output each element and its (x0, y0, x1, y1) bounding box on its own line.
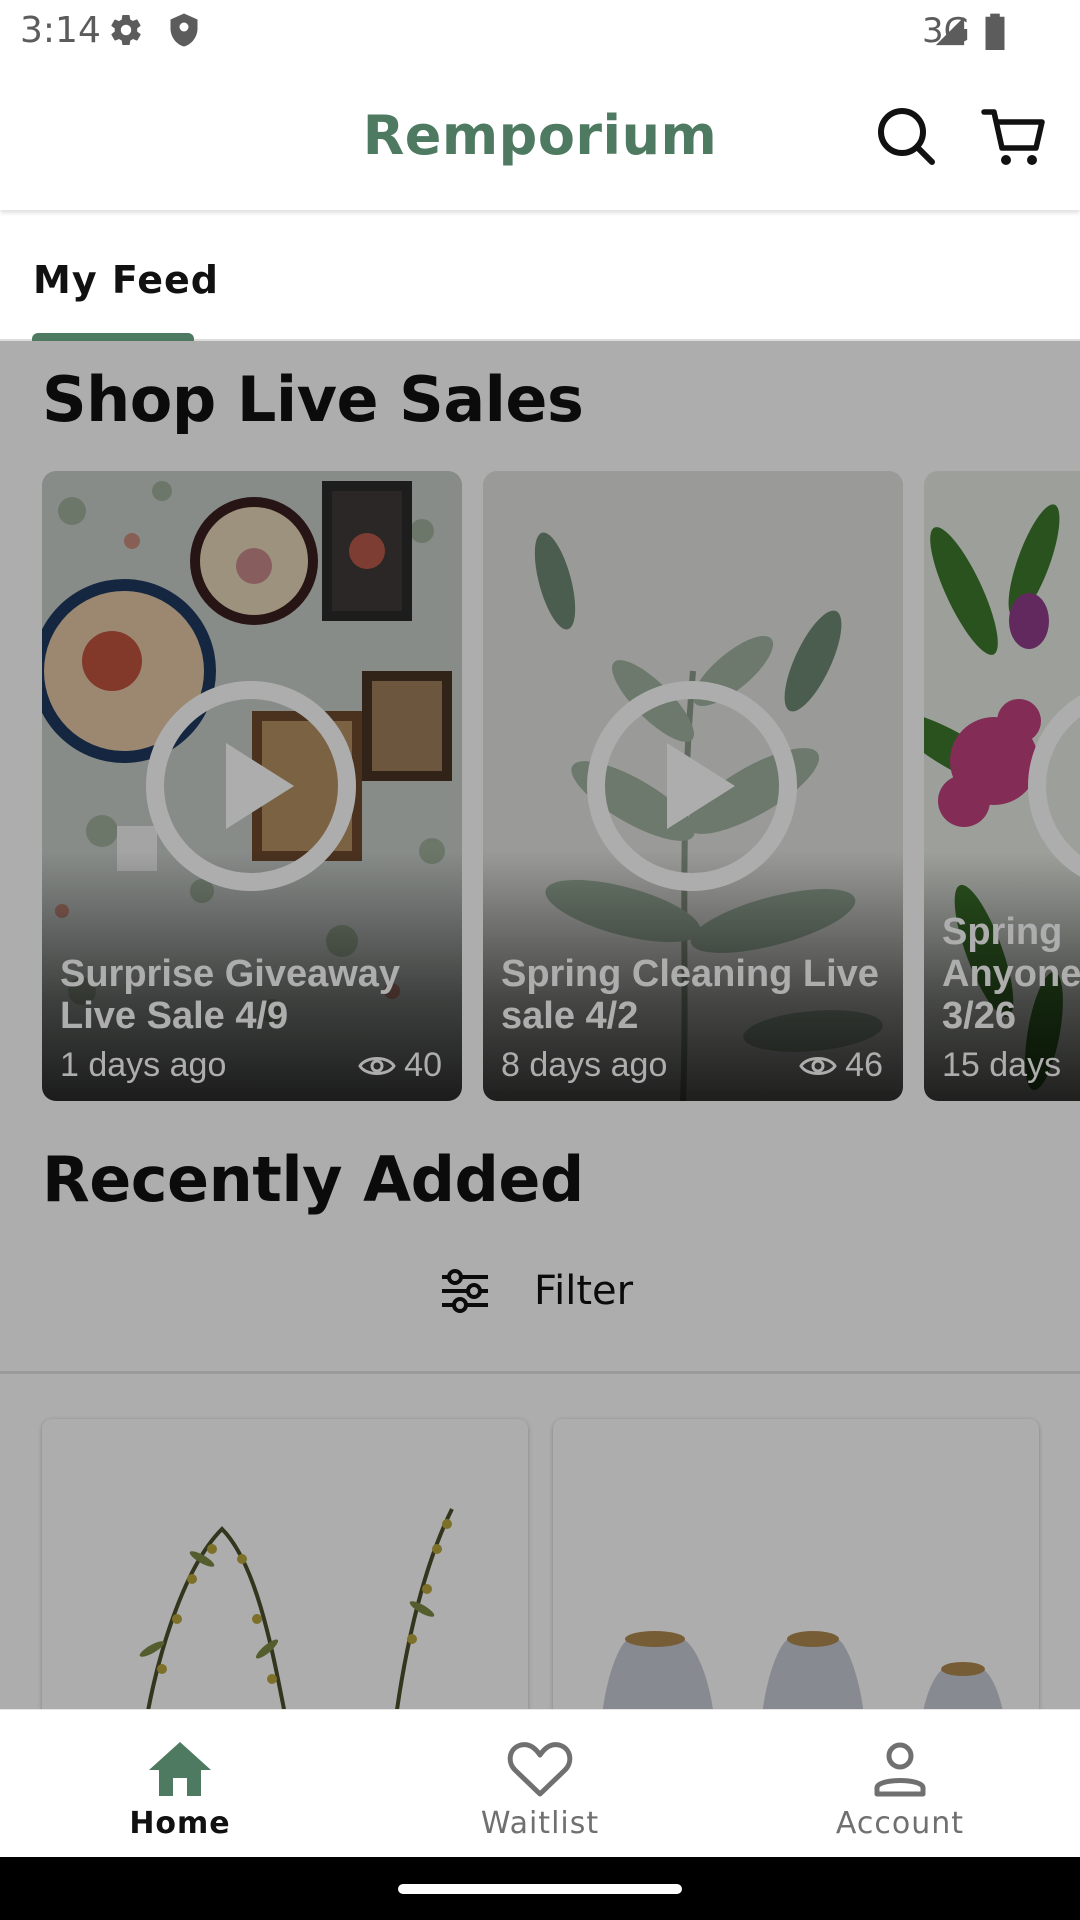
feed-tabs: My Feed (0, 210, 1080, 341)
heart-icon (507, 1742, 573, 1797)
eye-icon (358, 1056, 396, 1075)
live-sale-age: 15 days (942, 1046, 1062, 1084)
nav-label-waitlist: Waitlist (480, 1806, 600, 1841)
shield-icon (170, 13, 198, 47)
play-icon[interactable] (146, 681, 356, 891)
tab-indicator (32, 333, 194, 341)
nav-item-home[interactable]: Home (0, 1710, 360, 1858)
live-sale-card[interactable]: Surprise Giveaway Live Sale 4/9 1 days a… (42, 471, 462, 1101)
product-card[interactable] (553, 1419, 1039, 1709)
section-title-live-sales: Shop Live Sales (42, 363, 584, 436)
views-count: 40 (404, 1046, 442, 1084)
battery-icon (985, 13, 1005, 50)
views-count: 46 (845, 1046, 883, 1084)
search-icon (878, 108, 935, 165)
live-sale-title: Spring Cleaning Live sale 4/2 (501, 953, 879, 1037)
live-sale-card[interactable]: Spring Cleaning Live sale 4/2 8 days ago… (483, 471, 903, 1101)
nav-item-waitlist[interactable]: Waitlist (360, 1710, 720, 1858)
bottom-navigation: Home Waitlist Account (0, 1709, 1080, 1857)
nav-label-account: Account (835, 1806, 965, 1841)
filter-button[interactable]: Filter (440, 1261, 633, 1321)
search-button[interactable] (870, 100, 942, 172)
live-sale-views: 40 (358, 1046, 442, 1085)
account-icon (874, 1742, 926, 1797)
cart-button[interactable] (978, 100, 1050, 172)
status-time: 3:14 (20, 10, 101, 51)
sliders-icon (442, 1269, 488, 1313)
status-bar: 3:14 3G (0, 0, 1080, 62)
product-image (553, 1419, 1039, 1709)
settings-icon (111, 14, 141, 46)
system-navigation-bar (0, 1857, 1080, 1920)
nav-item-account[interactable]: Account (720, 1710, 1080, 1858)
tab-label: My Feed (33, 258, 219, 302)
live-sale-views: 46 (799, 1046, 883, 1085)
eye-icon (799, 1056, 837, 1075)
play-icon[interactable] (587, 681, 797, 891)
home-gesture-pill[interactable] (398, 1884, 682, 1894)
app-bar: Remporium (0, 62, 1080, 210)
section-title-recently-added: Recently Added (42, 1143, 584, 1216)
live-sale-age: 1 days ago (60, 1046, 227, 1084)
feed-content[interactable]: Shop Live Sales Surprise Giveaway Live S… (0, 341, 1080, 1709)
live-sale-title: Spring Anyone 3/26 (942, 911, 1080, 1037)
filter-label: Filter (534, 1268, 634, 1314)
live-sale-card[interactable]: Spring Anyone 3/26 15 days (924, 471, 1080, 1101)
play-icon[interactable] (1028, 681, 1080, 891)
cart-icon (981, 109, 1045, 165)
signal-icon (935, 16, 965, 46)
nav-label-home: Home (129, 1806, 231, 1841)
live-sale-title: Surprise Giveaway Live Sale 4/9 (60, 953, 401, 1037)
product-card[interactable] (42, 1419, 528, 1709)
live-sale-age: 8 days ago (501, 1046, 668, 1084)
section-divider (0, 1371, 1080, 1374)
home-icon (149, 1742, 211, 1796)
product-image (42, 1419, 528, 1709)
